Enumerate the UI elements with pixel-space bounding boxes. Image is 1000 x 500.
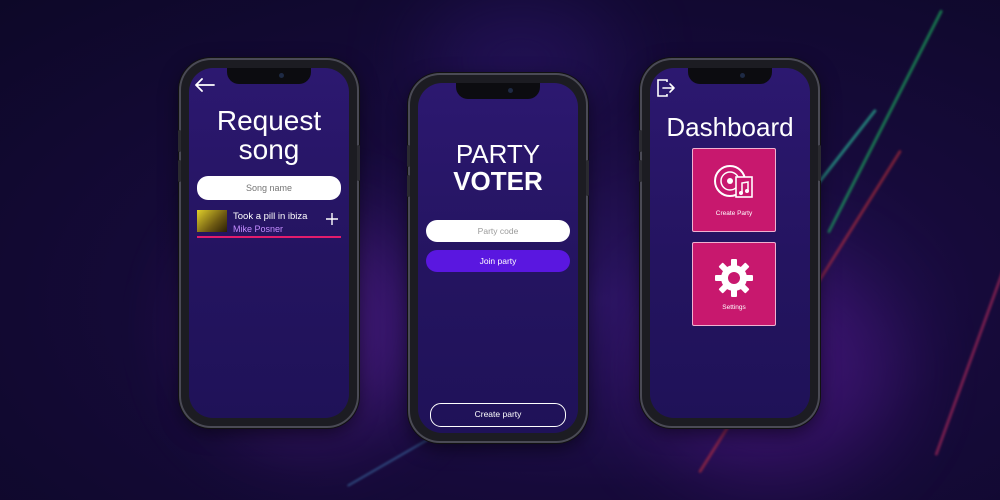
phone-dashboard: Dashboard Create Party Settings	[639, 60, 821, 426]
album-art	[197, 210, 227, 232]
dashboard-screen: Dashboard Create Party Settings	[650, 68, 810, 418]
song-name-input[interactable]	[197, 176, 341, 200]
logout-icon[interactable]	[656, 78, 676, 98]
request-screen: Request song Took a pill in ibiza Mike P…	[189, 68, 349, 418]
tile-label: Create Party	[715, 210, 753, 217]
create-party-tile[interactable]: Create Party	[692, 148, 776, 232]
notch	[227, 68, 311, 84]
notch	[688, 68, 772, 84]
page-title: Request song	[216, 105, 322, 165]
tile-label: Settings	[722, 304, 746, 311]
song-artist: Mike Posner	[233, 224, 284, 234]
party-screen: PARTY VOTER Party code Join party Create…	[418, 83, 578, 433]
vinyl-music-icon	[714, 165, 753, 198]
phone-party-voter: PARTY VOTER Party code Join party Create…	[407, 75, 589, 441]
create-party-button[interactable]: Create party	[430, 403, 566, 427]
join-party-button[interactable]: Join party	[426, 250, 570, 272]
party-code-input[interactable]: Party code	[426, 220, 570, 242]
add-icon[interactable]	[325, 212, 339, 226]
back-arrow-icon[interactable]	[195, 78, 215, 92]
song-result-item[interactable]: Took a pill in ibiza Mike Posner	[197, 208, 341, 242]
gear-icon	[715, 259, 753, 297]
song-title: Took a pill in ibiza	[233, 211, 308, 222]
notch	[456, 83, 540, 99]
app-logo-title: PARTY VOTER	[453, 139, 543, 196]
page-title: Dashboard	[666, 112, 794, 142]
settings-tile[interactable]: Settings	[692, 242, 776, 326]
divider	[197, 236, 341, 238]
phone-request-song: Request song Took a pill in ibiza Mike P…	[178, 60, 360, 426]
